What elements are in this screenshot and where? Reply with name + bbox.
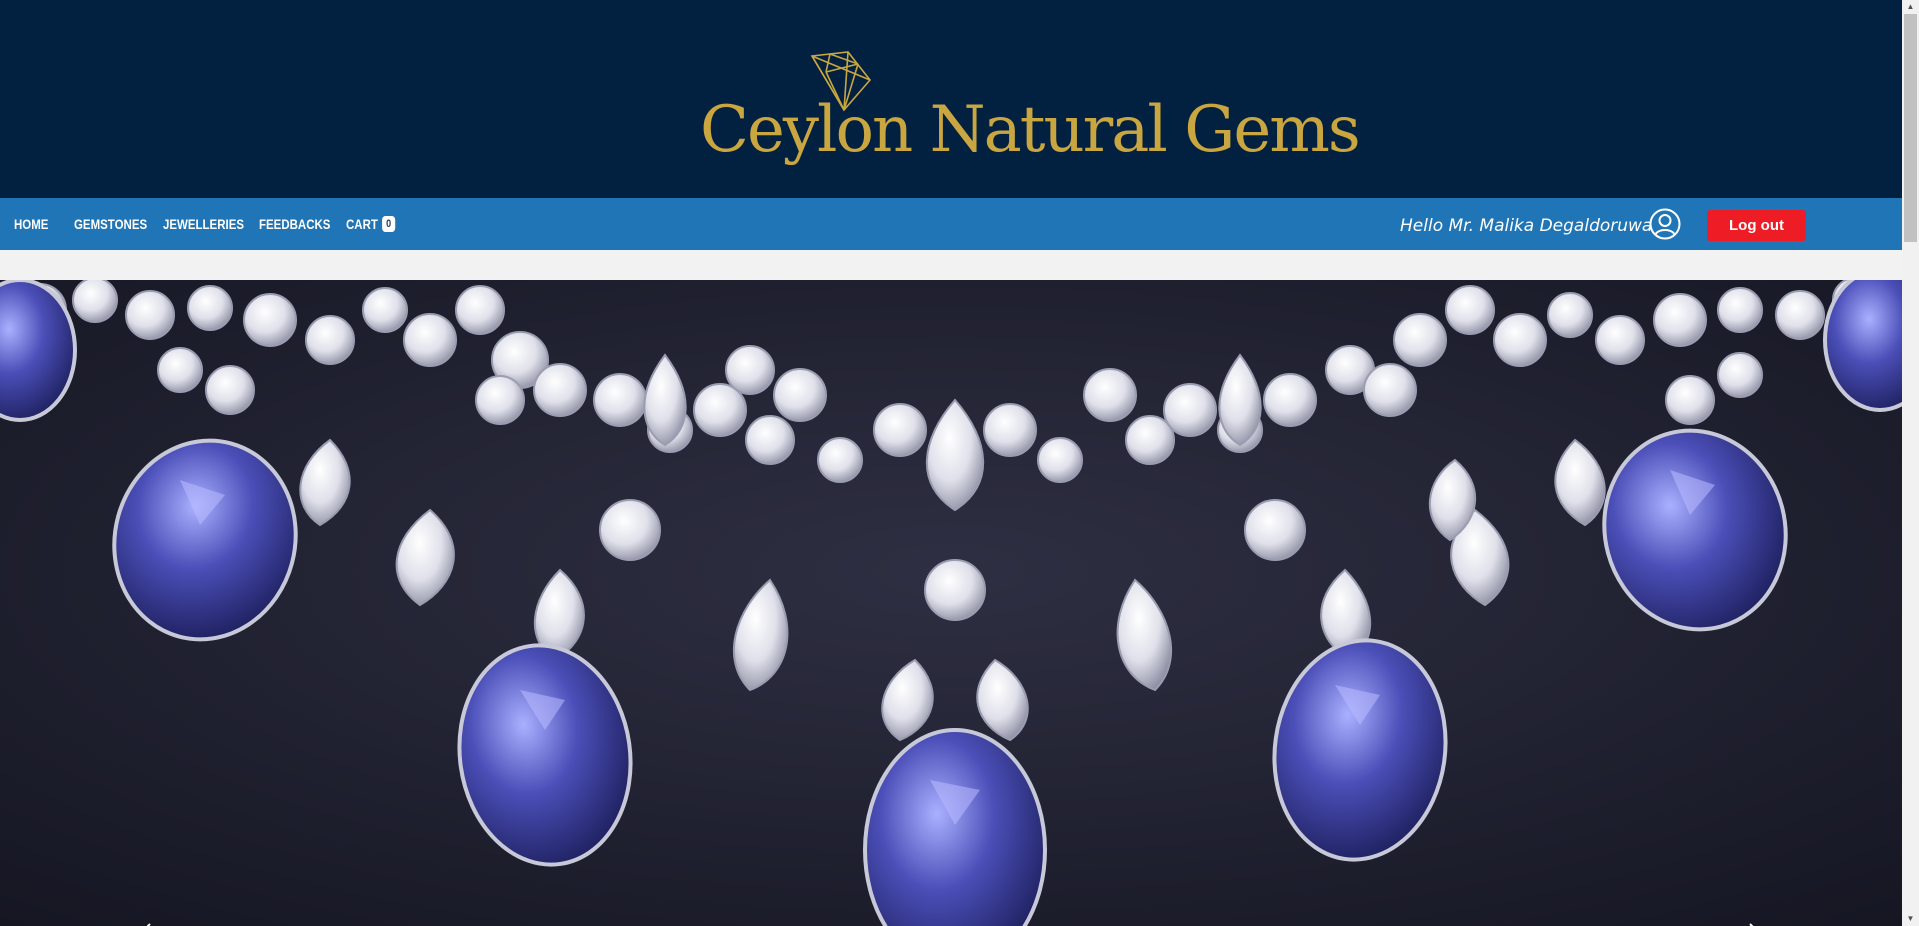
cart-count-badge: 0 [381,216,396,232]
vertical-scrollbar[interactable]: ▲ ▼ [1902,0,1919,926]
brand-logo[interactable]: Ceylon Natural Gems [700,50,1361,185]
hero-carousel [0,280,1902,926]
cart-label: CART [346,216,378,232]
brand-name: Ceylon Natural Gems [700,93,1361,167]
nav-item-home[interactable]: HOME [14,216,48,232]
scroll-down-arrow-icon[interactable]: ▼ [1902,912,1919,926]
main-navbar: HOME GEMSTONES JEWELLERIES FEEDBACKS CAR… [0,198,1902,250]
logout-button[interactable]: Log out [1707,210,1806,241]
user-greeting: Hello Mr. Malika Degaldoruwa [1400,216,1653,236]
nav-item-cart[interactable]: CART 0 [346,216,396,232]
nav-item-gemstones[interactable]: GEMSTONES [74,216,147,232]
scroll-thumb[interactable] [1904,14,1917,242]
site-header: Ceylon Natural Gems [0,0,1902,198]
nav-item-feedbacks[interactable]: FEEDBACKS [259,216,330,232]
nav-item-jewelleries[interactable]: JEWELLERIES [163,216,244,232]
scroll-up-arrow-icon[interactable]: ▲ [1902,0,1919,14]
page: Ceylon Natural Gems HOME GEMSTONES JEWEL… [0,0,1902,926]
chevron-right-icon[interactable] [1746,920,1770,926]
hero-necklace-image [0,280,1902,926]
user-circle-icon[interactable] [1649,208,1681,240]
chevron-left-icon[interactable] [130,920,154,926]
